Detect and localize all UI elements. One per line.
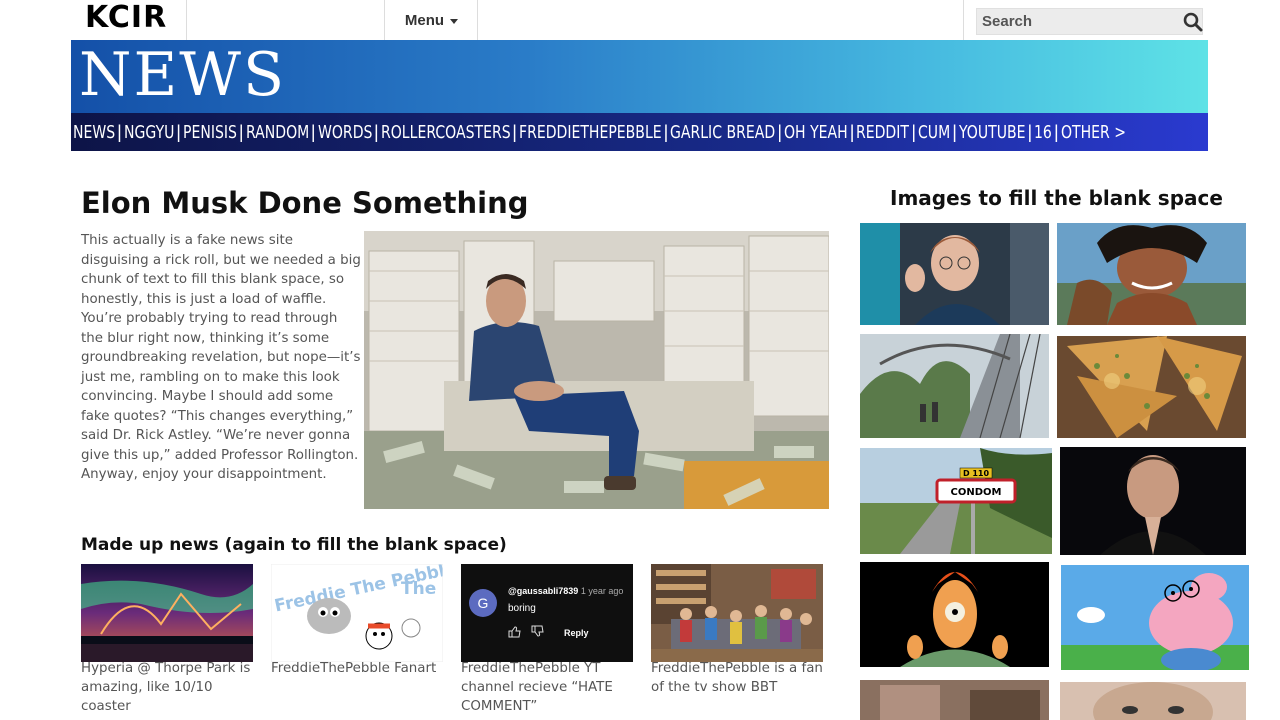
main-nav: NEWS | NGGYU | PENISIS | RANDOM | WORDS | ROLLERCO… [71,113,1208,151]
nav-item-oh-yeah[interactable]: OH YEAH [784,122,848,143]
gallery-image[interactable] [860,334,1049,438]
nav-separator: | [238,121,244,142]
nav-separator: | [777,121,783,142]
nav-item-box: RANDOM [246,122,309,143]
divider [186,0,187,40]
nav-item-news[interactable]: NEWS [73,122,115,143]
nav-item-random[interactable]: RANDOM [246,122,309,143]
top-bar: KCIR Menu [71,0,1208,40]
card-image[interactable]: Freddie The Pebble! The [271,564,443,662]
site-logo[interactable]: KCIR [85,0,167,35]
nav-item-garlic-bread[interactable]: GARLIC BREAD [670,122,775,143]
card-caption[interactable]: FreddieThePebble is a fan of the tv show… [651,659,823,697]
nav-separator: | [849,121,855,142]
nav-item-box: OH YEAH [784,122,848,143]
nav-item-box: GARLIC BREAD [670,122,775,143]
thumbs-down-icon[interactable] [531,624,544,642]
gallery-image[interactable] [860,680,1049,720]
nav-item-box: NEWS [73,122,115,143]
card-caption[interactable]: Hyperia @ Thorpe Park is amazing, like 1… [81,659,253,716]
nav-item-words[interactable]: WORDS [318,122,372,143]
nav-separator: | [512,121,517,142]
divider [477,0,478,40]
comment-time: 1 year ago [580,586,624,596]
divider [963,0,964,40]
card-image[interactable] [651,564,823,662]
caret-down-icon [450,19,459,24]
nav-item-box: REDDIT [856,122,909,143]
nav-item-youtube[interactable]: YOUTUBE [959,122,1025,143]
nav-separator: | [310,121,316,142]
search-box [976,8,1203,35]
nav-separator: | [1027,121,1033,142]
card-image[interactable]: G @gaussabli7839 1 year ago boring Reply [461,564,633,662]
nav-item-box: NGGYU [124,122,174,143]
nav-item-cum[interactable]: CUM [918,122,950,143]
comment-text: boring [508,603,536,614]
sign-text: CONDOM [951,487,1002,498]
nav-item-box: OTHER > [1061,122,1126,143]
article-body: This actually is a fake news site disgui… [81,233,361,482]
nav-item-rollercoasters[interactable]: ROLLERCOASTERS [381,122,511,143]
news-card[interactable]: Freddie The Pebble! The FreddieThePebble… [271,564,443,678]
nav-item-freddiethepebble[interactable]: FREDDIETHEPEBBLE [519,122,662,143]
search-icon[interactable] [1183,9,1203,35]
nav-separator: | [911,121,917,142]
news-card[interactable]: G @gaussabli7839 1 year ago boring Reply… [461,564,633,716]
gallery-image[interactable] [860,223,1049,325]
nav-item-reddit[interactable]: REDDIT [856,122,909,143]
thumbs-up-icon[interactable] [508,625,521,641]
menu-button[interactable]: Menu [385,0,478,40]
card-image[interactable] [81,564,253,662]
nav-separator: | [373,121,379,142]
news-card[interactable]: FreddieThePebble is a fan of the tv show… [651,564,823,697]
nav-separator: | [117,121,122,142]
sign-number: D 110 [963,469,990,478]
card-caption[interactable]: FreddieThePebble Fanart [271,659,443,678]
banner-brand[interactable]: NEWS [79,40,286,110]
nav-item-other[interactable]: OTHER > [1061,122,1126,143]
nav-item-box: FREDDIETHEPEBBLE [519,122,662,143]
nav-item-penisis[interactable]: PENISIS [183,122,237,143]
nav-item-box: CUM [918,122,950,143]
nav-separator: | [663,121,669,142]
sidebar-title: Images to fill the blank space [890,186,1223,210]
gallery-image[interactable] [1060,682,1246,720]
fanart-text-2: The [401,579,436,599]
search-input[interactable] [977,13,1183,30]
comment-user: @gaussabli7839 [508,586,579,596]
gallery-image[interactable] [1060,447,1246,555]
nav-item-box: 16 [1034,122,1052,143]
section-title: Made up news (again to fill the blank sp… [81,535,507,555]
gallery-image[interactable] [860,562,1049,667]
card-caption[interactable]: FreddieThePebble YT channel recieve “HAT… [461,659,633,716]
nav-separator: | [176,121,181,142]
nav-separator: | [1054,121,1059,142]
article-headline[interactable]: Elon Musk Done Something [81,186,529,220]
site-banner: NEWS [71,40,1208,114]
avatar: G [469,589,497,617]
menu-label: Menu [404,11,445,29]
article-image[interactable] [364,231,829,509]
nav-item-box: YOUTUBE [959,122,1025,143]
news-card[interactable]: Hyperia @ Thorpe Park is amazing, like 1… [81,564,253,716]
gallery-image[interactable] [1057,336,1246,438]
nav-item-box: ROLLERCOASTERS [381,122,511,143]
nav-item-box: PENISIS [183,122,237,143]
gallery-image[interactable]: D 110 CONDOM [860,448,1052,554]
nav-item-16[interactable]: 16 [1034,122,1052,143]
nav-item-box: WORDS [318,122,372,143]
gallery-image[interactable] [1057,223,1246,325]
nav-separator: | [952,121,957,142]
reply-button[interactable]: Reply [564,628,589,638]
nav-item-nggyu[interactable]: NGGYU [124,122,174,143]
gallery-image[interactable] [1061,565,1249,670]
